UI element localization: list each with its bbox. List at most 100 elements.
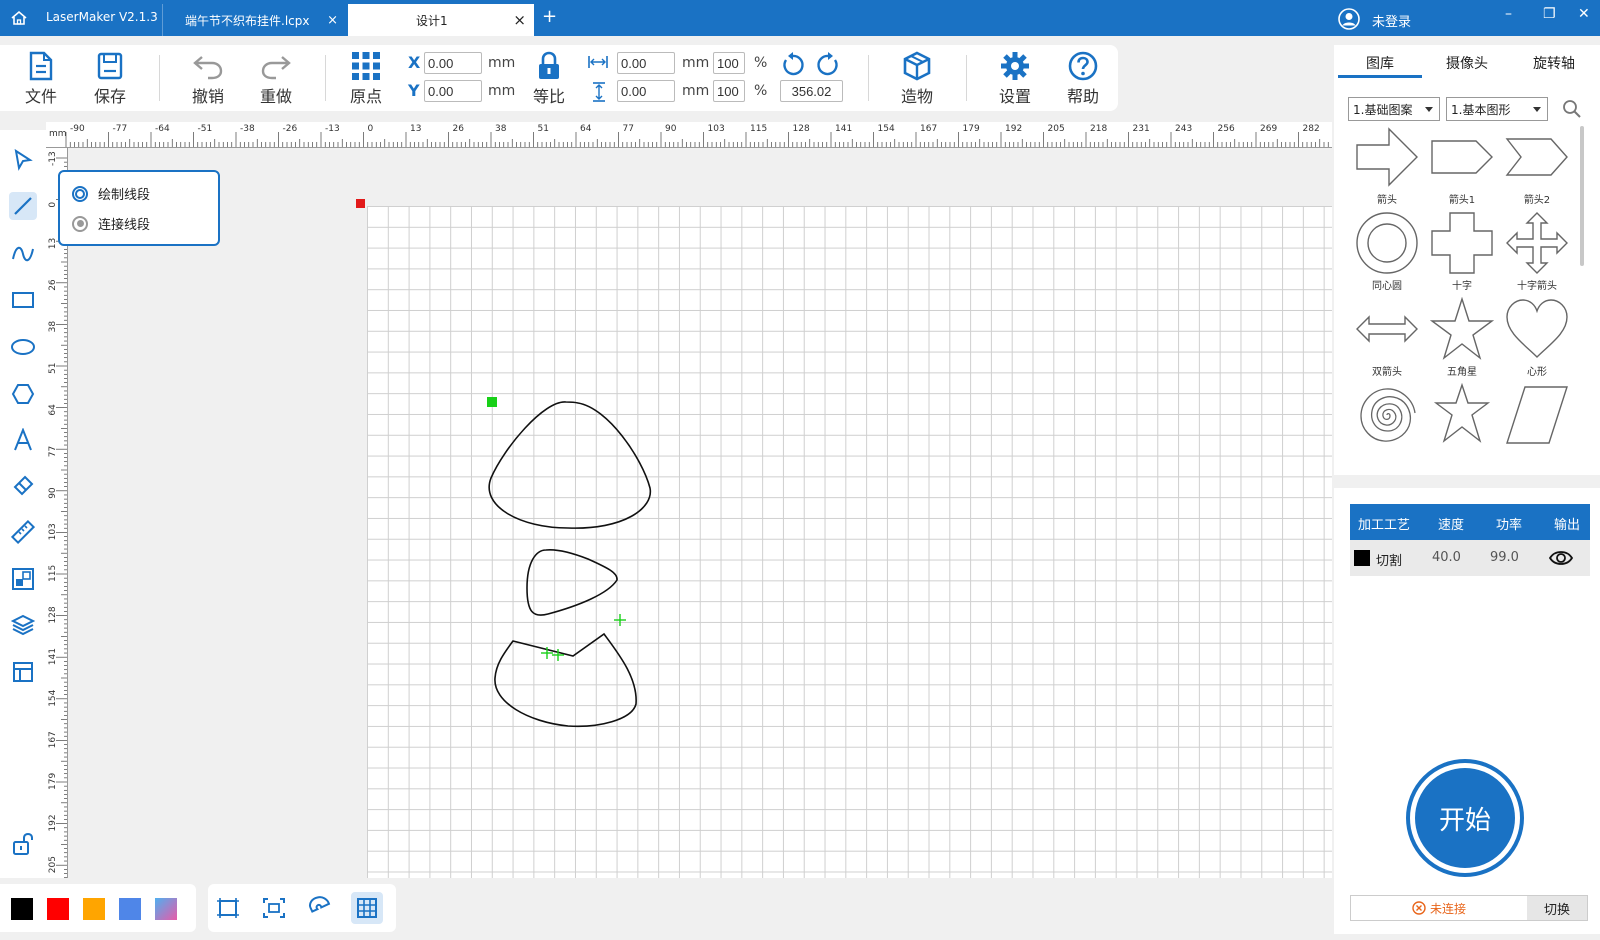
header-speed: 速度 [1438,518,1465,533]
home-icon[interactable] [10,9,28,27]
redo-button[interactable]: 重做 [248,51,304,107]
zoom-selection-button[interactable] [258,892,290,924]
shape-arrow-1[interactable]: 箭头1 [1427,125,1497,206]
tab-file-close-icon[interactable]: × [327,13,338,28]
connect-segment-option[interactable]: 连接线段 [72,214,150,233]
shape-concentric-circle[interactable]: 同心圆 [1352,211,1422,292]
layers-tool[interactable] [9,611,37,639]
color-swatch-black[interactable] [11,898,33,920]
eye-icon[interactable] [1548,548,1574,568]
hexagon-icon [11,384,35,404]
save-button[interactable]: 保存 [82,51,138,107]
line-tool[interactable] [9,192,37,220]
connection-status[interactable]: 未连接 [1351,896,1527,920]
y-position-input[interactable] [424,80,482,102]
shape-parallelogram[interactable] [1502,383,1572,449]
library-scrollbar[interactable] [1580,126,1584,266]
ruler-tick-label: 38 [48,321,58,333]
shape-bottom-notched[interactable] [494,632,637,728]
close-window-icon[interactable]: ✕ [1578,6,1590,22]
unlock-tool[interactable] [9,830,37,858]
template-tool[interactable] [9,658,37,686]
shape-heart[interactable]: 心形 [1502,297,1572,378]
ruler-tick-label: -77 [113,124,128,134]
tab-library[interactable]: 图库 [1366,53,1394,73]
rectangle-tool[interactable] [9,286,37,314]
snap-button[interactable] [304,892,336,924]
color-swatch-orange[interactable] [83,898,105,920]
curve-tool[interactable] [9,240,37,268]
table-row[interactable]: 切割 40.0 99.0 [1350,540,1590,576]
rotation-input[interactable] [780,80,843,102]
ruler-tick-label: 282 [1303,124,1320,134]
design-canvas[interactable] [68,148,1332,878]
switch-button[interactable]: 切换 [1527,896,1587,920]
ruler-tick-label: 26 [453,124,465,134]
shape-label: 双箭头 [1372,367,1402,378]
width-percent-input[interactable] [713,52,745,74]
polygon-tool[interactable] [9,380,37,408]
maximize-icon[interactable]: ❐ [1543,6,1556,22]
shape-five-point-star[interactable]: 五角星 [1427,297,1497,378]
rotate-ccw-icon[interactable] [780,52,806,78]
header-output: 输出 [1554,518,1581,533]
shape-double-arrow[interactable]: 双箭头 [1352,297,1422,378]
ruler-tick-label: 128 [793,124,810,134]
tab-design-close-icon[interactable]: × [513,11,526,29]
origin-button[interactable]: 原点 [338,51,394,107]
draw-segment-radio[interactable] [72,185,88,202]
width-input[interactable] [617,52,675,74]
shape-arrow[interactable]: 箭头 [1352,125,1422,206]
settings-button[interactable]: 设置 [987,51,1043,107]
object-label: 造物 [900,87,933,106]
x-position-input[interactable] [424,52,482,74]
fit-view-button[interactable] [212,892,244,924]
subcategory-select[interactable]: 1.基本图形 [1446,97,1548,121]
select-tool[interactable] [9,146,37,174]
ruler-tick-label: 26 [48,279,58,291]
shape-arrow-2[interactable]: 箭头2 [1502,125,1572,206]
rotate-cw-icon[interactable] [815,52,841,78]
lock-ratio-button[interactable]: 等比 [521,51,577,107]
grid-toggle-button[interactable] [351,892,383,924]
text-icon [14,428,32,451]
shape-cross-arrow[interactable]: 十字箭头 [1502,211,1572,292]
file-button[interactable]: 文件 [13,51,69,107]
heart-icon [1506,299,1568,358]
text-tool[interactable] [9,426,37,454]
undo-button[interactable]: 撤销 [180,51,236,107]
shape-top-rounded-triangle[interactable] [488,401,652,529]
tab-rotary-axis[interactable]: 旋转轴 [1533,53,1575,73]
height-percent-input[interactable] [713,80,745,102]
tab-design[interactable]: 设计1 × [348,4,534,36]
color-swatch-gradient[interactable] [155,898,177,920]
login-link[interactable]: 未登录 [1372,11,1411,30]
category-select[interactable]: 1.基础图案 [1348,97,1440,121]
object-button[interactable]: 造物 [889,51,945,107]
shape-cross[interactable]: 十字 [1427,211,1497,292]
help-button[interactable]: 帮助 [1055,51,1111,107]
connect-segment-radio[interactable] [72,215,88,232]
shape-middle-rounded-triangle[interactable] [526,549,618,616]
user-icon[interactable] [1338,8,1360,30]
selection-handle[interactable] [487,397,497,407]
search-icon[interactable] [1562,99,1582,119]
eraser-tool[interactable] [9,472,37,500]
ellipse-tool[interactable] [9,333,37,361]
tab-file[interactable]: 端午节不织布挂件.lcpx × [162,4,346,36]
shape-six-point-star[interactable] [1427,383,1497,449]
start-button[interactable]: 开始 [1406,759,1524,877]
height-input[interactable] [617,80,675,102]
color-palette [0,884,196,932]
shape-spiral[interactable] [1352,383,1422,449]
add-tab-icon[interactable]: + [542,6,557,27]
draw-segment-option[interactable]: 绘制线段 [72,184,150,203]
measure-tool[interactable] [9,518,37,546]
array-tool[interactable] [9,565,37,593]
color-swatch-blue[interactable] [119,898,141,920]
connection-status-label: 未连接 [1429,901,1466,916]
tab-camera[interactable]: 摄像头 [1446,53,1488,73]
layer-color-swatch[interactable] [1354,550,1370,566]
minimize-icon[interactable]: – [1505,6,1512,22]
color-swatch-red[interactable] [47,898,69,920]
